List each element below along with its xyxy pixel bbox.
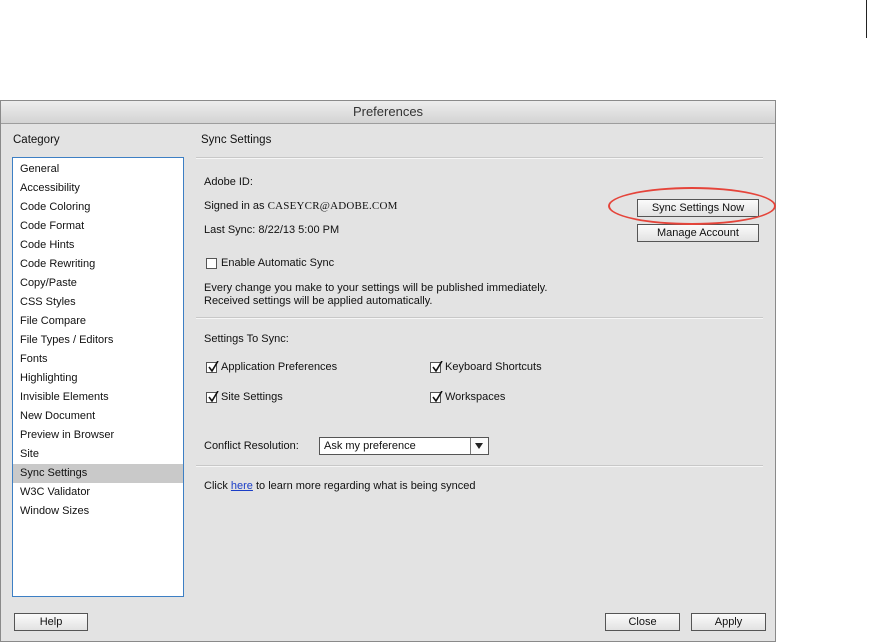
app-prefs-label: Application Preferences <box>221 361 338 373</box>
dropdown-arrow-icon[interactable] <box>470 438 488 454</box>
category-item-code-rewriting[interactable]: Code Rewriting <box>13 255 183 274</box>
section-title: Sync Settings <box>201 134 272 146</box>
learn-more-link[interactable]: here <box>231 480 253 492</box>
conflict-resolution-label: Conflict Resolution: <box>204 440 299 452</box>
page-edge-mark <box>866 0 867 38</box>
info-line-1: Every change you make to your settings w… <box>204 282 548 294</box>
category-item-window-sizes[interactable]: Window Sizes <box>13 502 183 521</box>
category-item-general[interactable]: General <box>13 160 183 179</box>
category-item-file-compare[interactable]: File Compare <box>13 312 183 331</box>
signed-in-prefix: Signed in as <box>204 200 265 212</box>
category-items: General Accessibility Code Coloring Code Fo… <box>13 158 183 521</box>
divider <box>196 317 763 319</box>
workspaces-label: Workspaces <box>445 391 506 403</box>
help-button[interactable]: Help <box>14 613 88 631</box>
last-sync-text: Last Sync: 8/22/13 5:00 PM <box>204 224 340 236</box>
category-item-code-hints[interactable]: Code Hints <box>13 236 183 255</box>
enable-auto-sync-label: Enable Automatic Sync <box>221 257 335 269</box>
category-item-preview-in-browser[interactable]: Preview in Browser <box>13 426 183 445</box>
adobe-id-label: Adobe ID: <box>204 176 253 188</box>
checkmark-icon <box>208 361 219 373</box>
manage-account-button[interactable]: Manage Account <box>637 224 759 242</box>
category-item-accessibility[interactable]: Accessibility <box>13 179 183 198</box>
category-item-highlighting[interactable]: Highlighting <box>13 369 183 388</box>
site-settings-checkbox[interactable] <box>206 391 219 403</box>
checkmark-icon <box>208 391 219 403</box>
category-item-site[interactable]: Site <box>13 445 183 464</box>
site-settings-label: Site Settings <box>221 391 283 403</box>
preferences-window: Preferences Category General Accessibilit… <box>0 100 776 642</box>
learn-more-prefix: Click <box>204 480 228 492</box>
enable-auto-sync-checkbox[interactable] <box>206 258 217 269</box>
category-item-css-styles[interactable]: CSS Styles <box>13 293 183 312</box>
keyboard-shortcuts-label: Keyboard Shortcuts <box>445 361 542 373</box>
conflict-resolution-value: Ask my preference <box>324 440 416 452</box>
category-item-new-document[interactable]: New Document <box>13 407 183 426</box>
info-line-2: Received settings will be applied automa… <box>204 295 433 307</box>
conflict-resolution-select[interactable]: Ask my preference <box>319 437 489 455</box>
category-item-w3c-validator[interactable]: W3C Validator <box>13 483 183 502</box>
category-item-code-format[interactable]: Code Format <box>13 217 183 236</box>
category-label: Category <box>13 134 60 146</box>
app-prefs-checkbox[interactable] <box>206 361 219 373</box>
window-title: Preferences <box>1 101 775 124</box>
settings-to-sync-label: Settings To Sync: <box>204 333 289 345</box>
account-email: CASEYCR@ADOBE.COM <box>267 200 398 212</box>
checkmark-icon <box>432 361 443 373</box>
category-item-file-types-editors[interactable]: File Types / Editors <box>13 331 183 350</box>
learn-more-line: Click here to learn more regarding what … <box>204 480 476 492</box>
close-button[interactable]: Close <box>605 613 680 631</box>
checkmark-icon <box>432 391 443 403</box>
divider <box>196 157 763 159</box>
category-item-sync-settings[interactable]: Sync Settings <box>13 464 183 483</box>
category-item-fonts[interactable]: Fonts <box>13 350 183 369</box>
signed-in-line: Signed in as CASEYCR@ADOBE.COM <box>204 200 398 212</box>
sync-settings-now-button[interactable]: Sync Settings Now <box>637 199 759 217</box>
keyboard-shortcuts-checkbox[interactable] <box>430 361 443 373</box>
divider <box>196 465 763 467</box>
learn-more-suffix: to learn more regarding what is being sy… <box>256 480 476 492</box>
workspaces-checkbox[interactable] <box>430 391 443 403</box>
category-item-invisible-elements[interactable]: Invisible Elements <box>13 388 183 407</box>
category-list[interactable]: General Accessibility Code Coloring Code Fo… <box>12 157 184 597</box>
apply-button[interactable]: Apply <box>691 613 766 631</box>
category-item-copy-paste[interactable]: Copy/Paste <box>13 274 183 293</box>
category-item-code-coloring[interactable]: Code Coloring <box>13 198 183 217</box>
